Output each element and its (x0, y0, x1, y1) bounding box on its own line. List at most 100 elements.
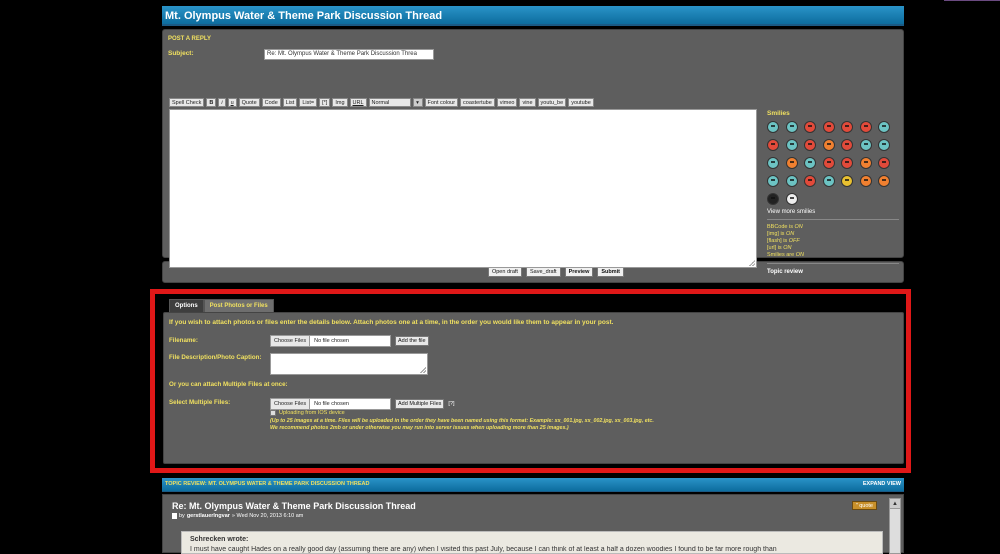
select-multiple-label: Select Multiple Files: (169, 399, 231, 406)
youtube-button[interactable]: youtube (568, 98, 594, 107)
quote-author: Schrecken wrote: (190, 536, 249, 543)
smiley-icon[interactable] (859, 139, 872, 151)
img-status: [img] is ON (767, 231, 795, 237)
subject-label: Subject: (168, 50, 194, 57)
post-reply-heading: POST A REPLY (168, 36, 212, 42)
ios-checkbox[interactable] (270, 410, 276, 416)
smiley-icon[interactable] (822, 121, 835, 133)
smiley-icon[interactable] (841, 157, 853, 169)
smiley-icon[interactable] (785, 121, 798, 133)
smiley-icon[interactable] (804, 157, 816, 169)
smilies-grid (767, 121, 899, 205)
topic-review-panel: Re: Mt. Olympus Water & Theme Park Discu… (162, 494, 904, 554)
code-button[interactable]: Code (261, 98, 281, 107)
smiley-icon[interactable] (785, 175, 798, 187)
quote-button[interactable]: Quote (238, 98, 260, 107)
spell-check-button[interactable]: Spell Check (169, 98, 205, 107)
save-draft-button[interactable]: Save_draft (525, 267, 561, 277)
highlight-frame: Options Post Photos or Files If you wish… (150, 289, 911, 473)
add-file-button[interactable]: Add the file (395, 336, 429, 346)
bbcode-status: BBCode is ON (767, 224, 803, 230)
review-post-title[interactable]: Re: Mt. Olympus Water & Theme Park Discu… (172, 501, 416, 511)
vimeo-button[interactable]: vimeo (496, 98, 518, 107)
smiley-icon[interactable] (859, 121, 872, 133)
smiley-icon[interactable] (841, 175, 853, 187)
post-icon[interactable] (172, 513, 177, 519)
help-link[interactable]: [?] (448, 401, 454, 407)
choose-files-button[interactable]: Choose Files (271, 399, 311, 409)
resize-grip-icon[interactable] (749, 260, 755, 266)
url-status: [url] is ON (767, 245, 792, 251)
review-scrollbar[interactable]: ▲ (889, 498, 901, 554)
img-button[interactable]: Img (332, 98, 348, 107)
smiley-icon[interactable] (878, 175, 890, 187)
list-button[interactable]: List (282, 98, 298, 107)
smiley-icon[interactable] (804, 121, 816, 133)
smiley-icon[interactable] (878, 139, 890, 151)
topic-review-bar: TOPIC REVIEW: MT. OLYMPUS WATER & THEME … (162, 478, 904, 492)
smiley-icon[interactable] (767, 193, 779, 205)
chevron-down-icon[interactable]: ▾ (412, 98, 423, 107)
smiley-icon[interactable] (767, 139, 779, 151)
font-colour-button[interactable]: Font colour (424, 98, 459, 107)
multi-file-input[interactable]: Choose Files No file chosen (270, 398, 391, 410)
filename-label: Filename: (169, 337, 198, 344)
option-tabs: Options Post Photos or Files (169, 299, 274, 313)
topic-review-link[interactable]: Topic review (767, 269, 899, 275)
youtu-be-button[interactable]: youtu_be (537, 98, 567, 107)
file-input[interactable]: Choose Files No file chosen (270, 335, 391, 347)
smiley-icon[interactable] (804, 175, 816, 187)
smiley-icon[interactable] (859, 157, 872, 169)
smiley-icon[interactable] (822, 175, 835, 187)
message-textarea[interactable] (169, 109, 757, 268)
resize-grip-icon[interactable] (420, 367, 426, 373)
view-more-smilies-link[interactable]: View more smilies (767, 209, 899, 220)
smiley-icon[interactable] (878, 121, 890, 133)
font-size-select[interactable]: Normal (368, 98, 411, 107)
attach-intro-text: If you wish to attach photos or files en… (169, 319, 614, 326)
list-ordered-button[interactable]: List= (299, 98, 318, 107)
smiley-icon[interactable] (785, 193, 798, 205)
file-description-textarea[interactable] (270, 353, 428, 375)
quote-button[interactable]: " quote (851, 501, 877, 510)
vine-button[interactable]: vine (519, 98, 536, 107)
post-author[interactable]: gerstlauerlngvar (187, 513, 230, 519)
list-item-button[interactable]: [*] (319, 98, 331, 107)
quote-text: I must have caught Hades on a really goo… (190, 546, 777, 553)
no-file-text: No file chosen (314, 401, 349, 407)
tab-post-photos[interactable]: Post Photos or Files (203, 299, 274, 313)
underline-button[interactable]: u (227, 98, 237, 107)
coastertube-button[interactable]: coastertube (460, 98, 495, 107)
bbcode-status-list: BBCode is ON [img] is ON [flash] is OFF … (767, 224, 899, 264)
smiley-icon[interactable] (804, 139, 816, 151)
smiley-icon[interactable] (859, 175, 872, 187)
smiley-icon[interactable] (767, 121, 779, 133)
italic-button[interactable]: i (218, 98, 226, 107)
open-draft-button[interactable]: Open draft (487, 267, 522, 277)
submit-button[interactable]: Submit (597, 267, 625, 277)
scroll-up-icon[interactable]: ▲ (890, 499, 900, 509)
post-date: » Wed Nov 20, 2013 6:10 am (231, 513, 304, 519)
smilies-panel: Smilies View more smilies BBCode is ON [… (767, 110, 899, 275)
smiley-icon[interactable] (767, 175, 779, 187)
smiley-icon[interactable] (841, 121, 853, 133)
bold-button[interactable]: B (206, 98, 217, 107)
smiley-icon[interactable] (822, 157, 835, 169)
smiley-icon[interactable] (878, 157, 890, 169)
quote-block: Schrecken wrote: I must have caught Hade… (181, 531, 883, 554)
smiley-icon[interactable] (785, 139, 798, 151)
multi-files-intro: Or you can attach Multiple Files at once… (169, 381, 288, 388)
smiley-icon[interactable] (841, 139, 853, 151)
choose-files-button[interactable]: Choose Files (271, 336, 311, 346)
expand-view-link[interactable]: EXPAND VIEW (863, 481, 901, 488)
url-button[interactable]: URL (349, 98, 367, 107)
smiley-icon[interactable] (767, 157, 779, 169)
by-label: by (179, 513, 185, 519)
subject-input[interactable]: Re: Mt. Olympus Water & Theme Park Discu… (264, 49, 434, 60)
add-multiple-files-button[interactable]: Add Multiple Files (395, 399, 445, 409)
preview-button[interactable]: Preview (564, 267, 594, 277)
smiley-icon[interactable] (822, 139, 835, 151)
smiley-icon[interactable] (785, 157, 798, 169)
tab-options[interactable]: Options (169, 299, 204, 313)
ios-upload-option: Uploading from IOS device (270, 410, 345, 416)
